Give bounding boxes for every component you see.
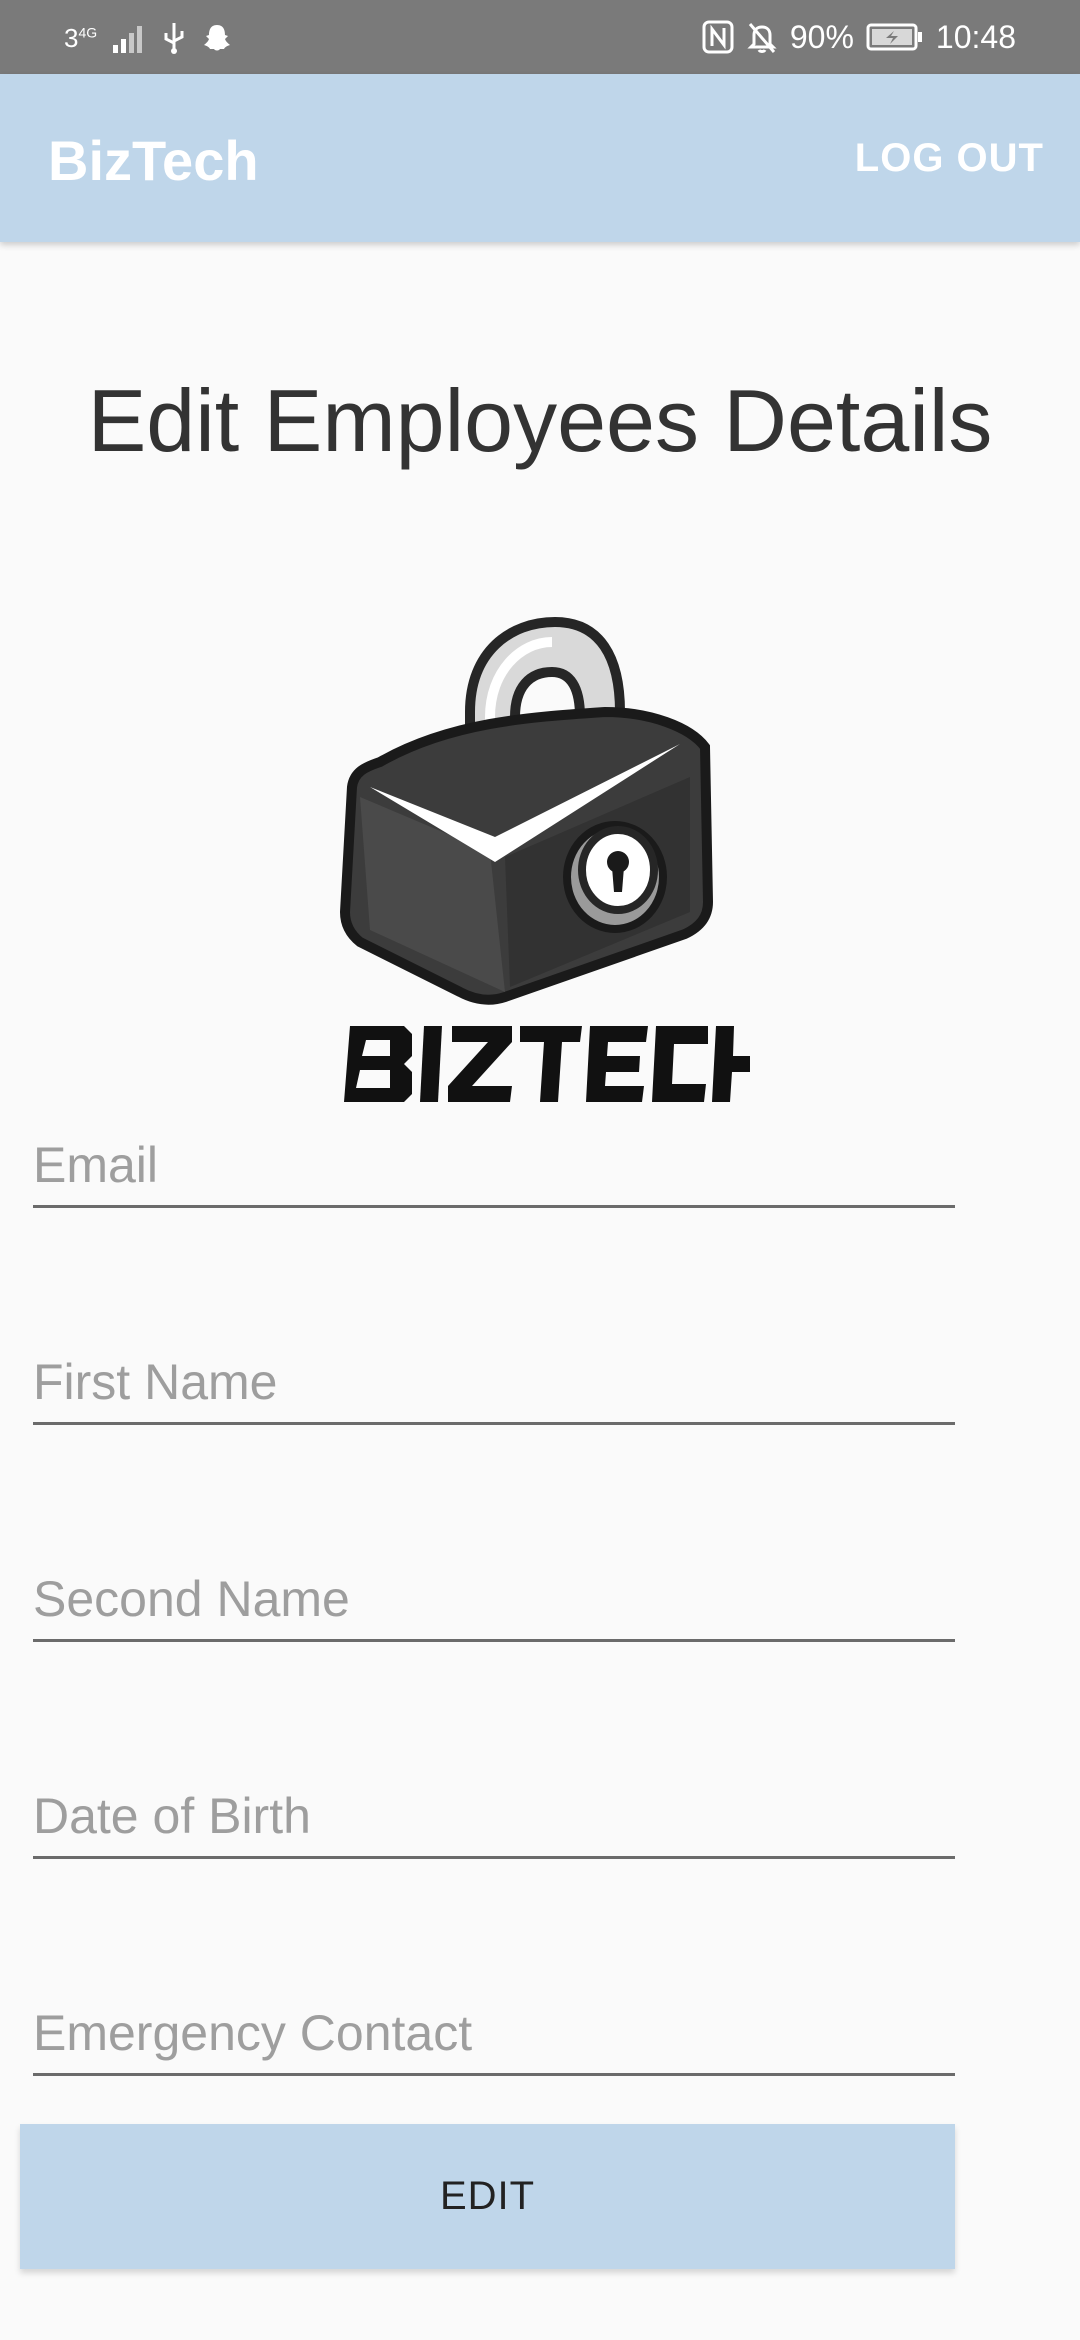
second-name-field[interactable] [33,1559,955,1642]
snapchat-icon [204,25,231,51]
date-of-birth-input[interactable] [33,1776,955,1856]
nfc-icon [702,20,734,54]
battery-charging-icon [866,23,922,51]
bell-off-icon [747,23,777,53]
app-bar: BizTech LOG OUT [0,74,1080,242]
emergency-contact-input[interactable] [33,1993,955,2073]
carrier-signal-label: 34G [64,23,97,54]
page-title: Edit Employees Details [87,371,993,470]
email-input[interactable] [33,1125,955,1205]
usb-icon [164,23,184,54]
first-name-input[interactable] [33,1342,955,1422]
emergency-contact-field[interactable] [33,1993,955,2076]
app-title: BizTech [48,129,259,192]
email-field[interactable] [33,1125,955,1208]
status-bar: 34G 90% 10:48 [0,0,1080,74]
date-of-birth-field[interactable] [33,1776,955,1859]
logout-button[interactable]: LOG OUT [855,136,1044,181]
second-name-input[interactable] [33,1559,955,1639]
padlock-icon [339,616,778,1102]
edit-button[interactable]: EDIT [20,2124,955,2269]
signal-icon [113,26,143,53]
biztech-logo [330,612,778,1112]
status-left-icons: 34G [64,18,233,58]
sim-slot-number: 3 [64,22,79,53]
clock: 10:48 [935,18,1016,55]
first-name-field[interactable] [33,1342,955,1425]
status-right-icons: 90% 10:48 [702,16,1016,58]
battery-percent: 90% [789,18,854,55]
network-type: 4G [78,23,98,40]
